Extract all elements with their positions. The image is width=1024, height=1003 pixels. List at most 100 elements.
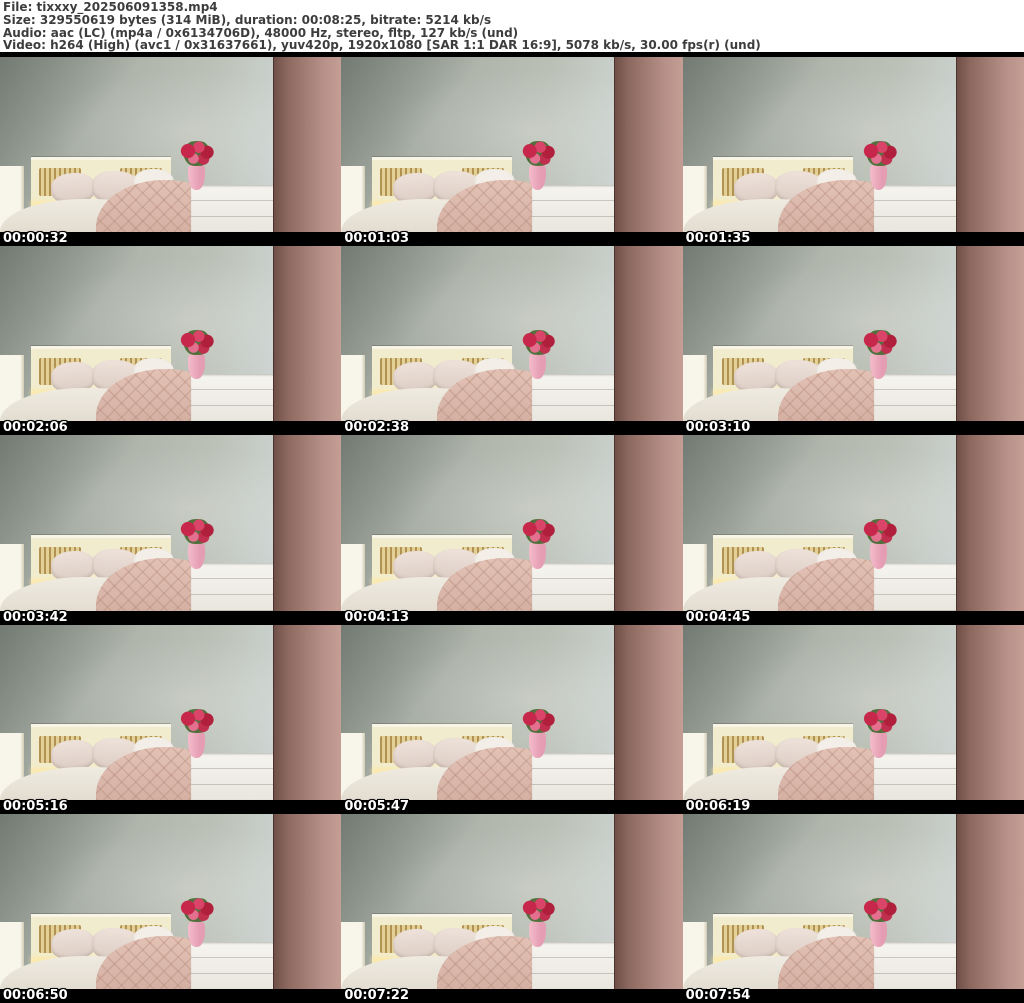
thumbnail-placeholder <box>682 246 1024 422</box>
flower-bouquet <box>861 141 898 166</box>
curtain-pillar <box>614 624 683 800</box>
flower-bouquet <box>861 708 898 734</box>
frame-timestamp: 00:04:13 <box>344 609 409 625</box>
flower-vase <box>187 542 205 569</box>
frame-timestamp: 00:03:42 <box>3 609 68 625</box>
flower-vase <box>529 731 547 758</box>
timestamp-bar: 00:03:10 <box>682 420 1024 436</box>
frame-timestamp: 00:00:32 <box>3 231 68 247</box>
flower-vase <box>187 731 205 758</box>
flower-vase <box>187 920 205 947</box>
timestamp-bar: 00:04:13 <box>341 609 683 625</box>
frame-timestamp: 00:04:45 <box>685 609 751 625</box>
curtain-pillar <box>273 246 342 422</box>
dresser <box>191 752 280 800</box>
video-frame: 00:06:19 <box>682 624 1024 814</box>
thumbnail-placeholder <box>0 624 342 800</box>
frame-timestamp: 00:07:22 <box>344 987 409 1003</box>
timestamp-bar: 00:00:32 <box>0 231 342 247</box>
flower-vase <box>187 353 205 380</box>
thumbnail-placeholder <box>682 435 1024 611</box>
flower-bouquet <box>520 519 557 544</box>
dresser <box>191 374 280 422</box>
timestamp-bar: 00:07:22 <box>341 987 683 1003</box>
timestamp-bar: 00:05:16 <box>0 798 342 814</box>
timestamp-bar: 00:06:19 <box>682 798 1024 814</box>
timestamp-bar: 00:02:38 <box>341 420 683 436</box>
frame-timestamp: 00:01:35 <box>685 231 751 247</box>
curtain-pillar <box>273 624 342 800</box>
timestamp-bar: 00:05:47 <box>341 798 683 814</box>
dresser <box>191 563 280 611</box>
timestamp-bar: 00:01:03 <box>341 231 683 247</box>
thumbnail-placeholder <box>0 246 342 422</box>
timestamp-bar: 00:01:35 <box>682 231 1024 247</box>
timestamp-bar: 00:02:06 <box>0 420 342 436</box>
curtain-pillar <box>614 246 683 422</box>
frames-grid: 00:00:32 00:01:03 00:01:35 00:02:06 00:0… <box>0 57 1024 1003</box>
flower-vase <box>187 163 205 191</box>
meta-line-size: Size: 329550619 bytes (314 MiB), duratio… <box>3 12 492 27</box>
flower-bouquet <box>179 330 216 355</box>
video-frame: 00:03:10 <box>682 246 1024 436</box>
thumbnail-placeholder <box>0 813 342 989</box>
frame-timestamp: 00:01:03 <box>344 231 409 247</box>
frame-timestamp: 00:02:38 <box>344 420 409 436</box>
thumbnail-placeholder <box>682 813 1024 989</box>
dresser <box>532 184 622 233</box>
frame-timestamp: 00:05:47 <box>344 798 409 814</box>
thumbnail-placeholder <box>341 624 683 800</box>
curtain-pillar <box>955 624 1024 800</box>
curtain-pillar <box>955 435 1024 611</box>
timestamp-bar: 00:04:45 <box>682 609 1024 625</box>
dresser <box>873 374 963 422</box>
metadata-header: File: tixxxy_202506091358.mp4 Size: 3295… <box>0 0 1024 52</box>
thumbnail-placeholder <box>341 57 683 233</box>
flower-vase <box>529 542 547 569</box>
video-frame: 00:00:32 <box>0 57 342 247</box>
flower-bouquet <box>861 897 898 923</box>
thumbnail-placeholder <box>341 435 683 611</box>
flower-bouquet <box>520 141 557 166</box>
flower-bouquet <box>179 141 216 166</box>
video-frame: 00:06:50 <box>0 813 342 1003</box>
frame-timestamp: 00:06:19 <box>685 798 751 814</box>
thumbnail-placeholder <box>341 246 683 422</box>
flower-bouquet <box>179 708 216 734</box>
thumbnail-placeholder <box>0 57 342 233</box>
flower-bouquet <box>861 519 898 544</box>
dresser <box>873 563 963 611</box>
timestamp-bar: 00:03:42 <box>0 609 342 625</box>
video-frame: 00:02:06 <box>0 246 342 436</box>
meta-line-video: Video: h264 (High) (avc1 / 0x31637661), … <box>3 38 761 52</box>
curtain-pillar <box>273 813 342 989</box>
dresser <box>532 752 622 800</box>
curtain-pillar <box>273 57 342 233</box>
curtain-pillar <box>273 435 342 611</box>
video-frame: 00:04:13 <box>341 435 683 625</box>
curtain-pillar <box>614 57 683 233</box>
dresser <box>873 752 963 800</box>
video-frame: 00:05:16 <box>0 624 342 814</box>
video-frame: 00:07:54 <box>682 813 1024 1003</box>
video-frame: 00:05:47 <box>341 624 683 814</box>
frame-timestamp: 00:07:54 <box>685 987 751 1003</box>
dresser <box>873 941 963 989</box>
frame-timestamp: 00:03:10 <box>685 420 751 436</box>
thumbnail-placeholder <box>682 57 1024 233</box>
video-frame: 00:01:35 <box>682 57 1024 247</box>
flower-bouquet <box>179 519 216 544</box>
frame-timestamp: 00:05:16 <box>3 798 68 814</box>
timestamp-bar: 00:06:50 <box>0 987 342 1003</box>
video-frame: 00:04:45 <box>682 435 1024 625</box>
dresser <box>532 563 622 611</box>
meta-line-file: File: tixxxy_202506091358.mp4 <box>3 0 218 14</box>
thumbnail-placeholder <box>341 813 683 989</box>
thumbnail-placeholder <box>682 624 1024 800</box>
frame-timestamp: 00:06:50 <box>3 987 68 1003</box>
curtain-pillar <box>614 435 683 611</box>
curtain-pillar <box>614 813 683 989</box>
dresser <box>191 184 280 233</box>
curtain-pillar <box>955 246 1024 422</box>
thumbnail-placeholder <box>0 435 342 611</box>
